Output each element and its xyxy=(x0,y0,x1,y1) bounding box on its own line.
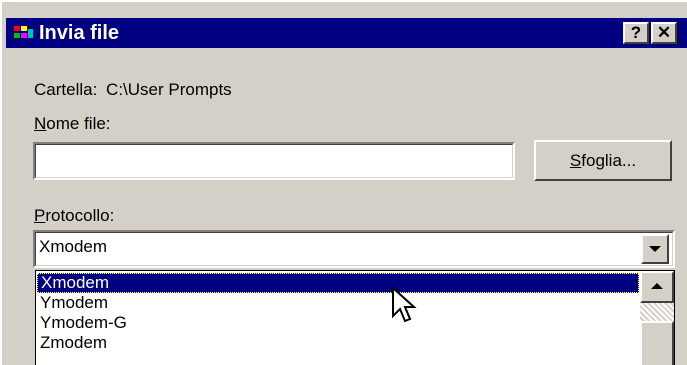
scroll-up-icon xyxy=(651,283,663,289)
list-item-ymodem[interactable]: Ymodem xyxy=(37,293,108,313)
title-bar[interactable]: Invia file ? ✕ xyxy=(6,18,687,48)
filename-label-text: ome file: xyxy=(46,114,111,133)
list-item-xmodem[interactable]: Xmodem xyxy=(37,273,639,293)
help-button[interactable]: ? xyxy=(623,22,649,44)
browse-label-text: foglia... xyxy=(581,151,637,170)
protocol-label-accesskey: P xyxy=(34,206,46,225)
filename-input[interactable] xyxy=(33,142,515,180)
scroll-thumb[interactable] xyxy=(640,321,674,365)
protocol-selected-value: Xmodem xyxy=(39,237,108,256)
scroll-up-button[interactable] xyxy=(640,271,674,303)
protocol-combobox-inner xyxy=(35,232,673,266)
protocol-label: Protocollo: xyxy=(34,206,114,226)
list-item-zmodem[interactable]: Zmodem xyxy=(37,333,107,353)
help-icon: ? xyxy=(630,23,642,42)
browse-button[interactable]: Sfoglia... xyxy=(534,140,672,181)
protocol-combobox[interactable]: Xmodem xyxy=(33,230,675,268)
protocol-label-text: rotocollo: xyxy=(45,206,115,225)
folder-path: C:\User Prompts xyxy=(106,80,232,99)
chevron-down-icon xyxy=(649,246,661,252)
filename-input-inner xyxy=(35,144,513,178)
protocol-dropdown-list[interactable]: Xmodem Ymodem Ymodem-G Zmodem xyxy=(35,270,675,365)
close-icon: ✕ xyxy=(656,23,672,42)
app-icon xyxy=(14,26,33,38)
filename-label: Nome file: xyxy=(34,114,111,134)
close-button[interactable]: ✕ xyxy=(651,22,677,44)
list-item-ymodem-g[interactable]: Ymodem-G xyxy=(37,313,127,333)
filename-label-accesskey: N xyxy=(34,114,47,133)
browse-label-accesskey: S xyxy=(569,151,582,170)
folder-row: Cartella: C:\User Prompts xyxy=(34,80,232,100)
dropdown-button[interactable] xyxy=(641,234,669,264)
mouse-cursor-icon xyxy=(392,286,417,323)
folder-label: Cartella: xyxy=(34,80,98,99)
vertical-scrollbar[interactable] xyxy=(640,271,674,365)
window-title: Invia file xyxy=(39,22,120,44)
send-file-dialog: Invia file ? ✕ Cartella: C:\User Prompts… xyxy=(0,0,687,365)
